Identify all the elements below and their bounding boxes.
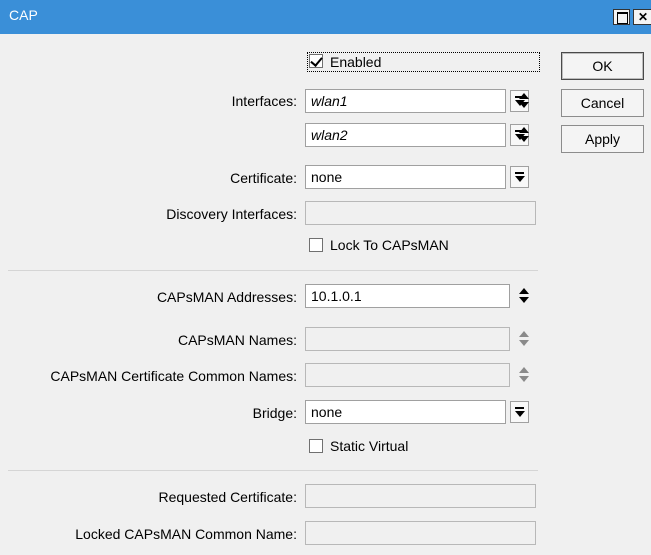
locked-capsman-cn-label: Locked CAPsMAN Common Name: <box>75 526 297 542</box>
bridge-label: Bridge: <box>252 405 297 421</box>
maximize-icon[interactable] <box>613 9 630 25</box>
interface-2-updown-icon[interactable] <box>517 124 531 146</box>
interfaces-label: Interfaces: <box>231 93 297 109</box>
lock-to-capsman-checkbox[interactable] <box>309 238 323 252</box>
capsman-cert-cn-updown-icon[interactable] <box>517 364 531 386</box>
bridge-dropdown-icon[interactable] <box>510 401 529 423</box>
capsman-names-field[interactable] <box>305 327 510 351</box>
discovery-updown-icon[interactable] <box>517 202 531 224</box>
ok-button[interactable]: OK <box>561 52 644 80</box>
interface-2-field[interactable]: wlan2 <box>305 123 506 147</box>
static-virtual-checkbox[interactable] <box>309 439 323 453</box>
interface-1-updown-icon[interactable] <box>517 90 531 112</box>
title-bar[interactable]: CAP ✕ <box>0 0 651 34</box>
lock-to-capsman-label: Lock To CAPsMAN <box>330 237 449 253</box>
capsman-names-label: CAPsMAN Names: <box>177 332 297 348</box>
capsman-cert-cn-label: CAPsMAN Certificate Common Names: <box>50 368 297 384</box>
requested-certificate-label: Requested Certificate: <box>158 489 297 505</box>
cap-dialog: Enabled Interfaces: wlan1 wlan2 Certific… <box>0 34 651 555</box>
discovery-interfaces-field[interactable] <box>305 201 536 225</box>
certificate-field[interactable]: none <box>305 165 506 189</box>
capsman-addresses-field[interactable]: 10.1.0.1 <box>305 284 510 308</box>
locked-capsman-cn-field <box>305 521 536 545</box>
certificate-dropdown-icon[interactable] <box>510 166 529 188</box>
interface-1-field[interactable]: wlan1 <box>305 89 506 113</box>
cancel-button[interactable]: Cancel <box>561 89 644 117</box>
apply-button[interactable]: Apply <box>561 125 644 153</box>
requested-certificate-field <box>305 484 536 508</box>
capsman-cert-cn-field[interactable] <box>305 363 510 387</box>
enabled-checkbox[interactable] <box>309 54 323 68</box>
bridge-field[interactable]: none <box>305 400 506 424</box>
discovery-interfaces-label: Discovery Interfaces: <box>166 206 297 222</box>
enabled-label: Enabled <box>330 54 382 70</box>
close-icon[interactable]: ✕ <box>633 9 651 25</box>
static-virtual-label: Static Virtual <box>330 438 409 454</box>
capsman-names-updown-icon[interactable] <box>517 328 531 350</box>
capsman-addresses-label: CAPsMAN Addresses: <box>156 289 297 305</box>
certificate-label: Certificate: <box>230 170 297 186</box>
separator <box>8 270 538 271</box>
capsman-addresses-updown-icon[interactable] <box>517 285 531 307</box>
separator <box>8 470 538 471</box>
window-title: CAP <box>9 7 38 23</box>
